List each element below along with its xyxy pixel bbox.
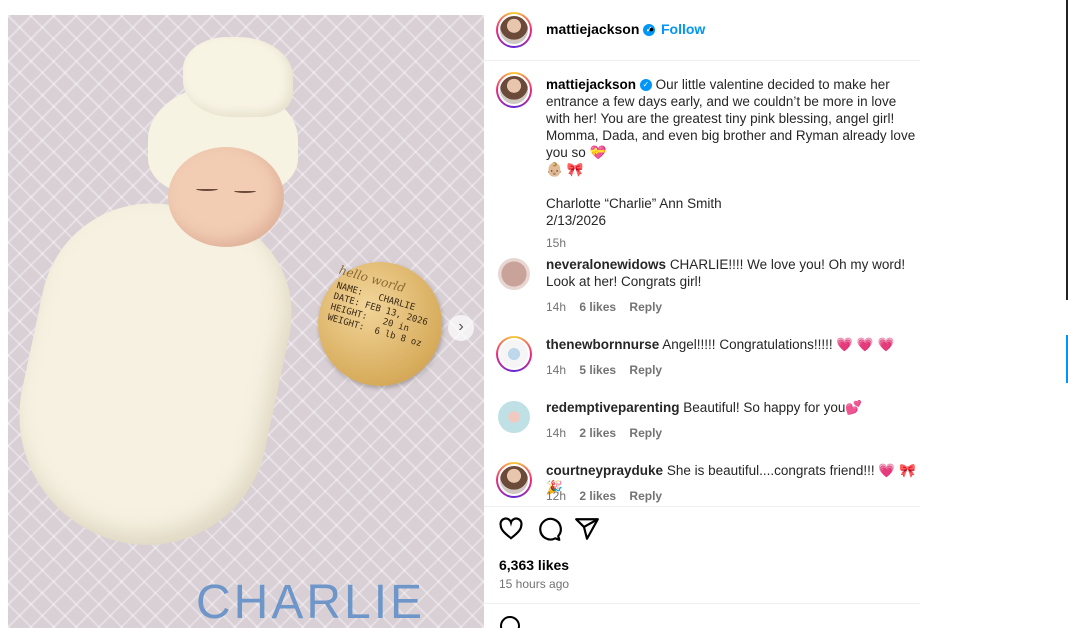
comment-age: 12h [546, 489, 567, 503]
post-caption: mattiejackson ✓ Our little valentine dec… [546, 76, 922, 252]
comment-likes[interactable]: 2 likes [579, 426, 616, 440]
blanket-name: CHARLIE [196, 576, 426, 628]
comment-icon[interactable] [536, 516, 562, 542]
caption-name-line: Charlotte “Charlie” Ann Smith [546, 196, 722, 211]
comment-meta: 14h 5 likes Reply [546, 363, 672, 377]
caption-emojis: 👶🏼 🎀 [546, 162, 584, 177]
baby-face [168, 147, 284, 247]
heart-icon[interactable] [498, 516, 524, 542]
comment-text: redemptiveparenting Beautiful! So happy … [546, 400, 863, 415]
comment-likes[interactable]: 5 likes [579, 363, 616, 377]
comment-age: 14h [546, 363, 567, 377]
separator-dot: • [649, 21, 654, 37]
caption-username[interactable]: mattiejackson [546, 77, 636, 92]
comment-text: thenewbornnurse Angel!!!!! Congratulatio… [546, 337, 895, 352]
reply-button[interactable]: Reply [629, 300, 662, 314]
follow-button[interactable]: Follow [661, 21, 705, 37]
commenter-avatar[interactable] [496, 399, 532, 435]
likes-count[interactable]: 6,363 likes [499, 557, 569, 573]
comment-username[interactable]: redemptiveparenting [546, 400, 680, 415]
reply-button[interactable]: Reply [629, 489, 662, 503]
baby-swaddle [8, 182, 311, 568]
comment-username[interactable]: neveralonewidows [546, 257, 666, 272]
commenter-avatar[interactable] [496, 462, 532, 498]
comment-text: neveralonewidows CHARLIE!!!! We love you… [546, 257, 906, 289]
birth-plaque: hello world NAME: CHARLIE DATE: FEB 13, … [318, 262, 442, 386]
author-avatar[interactable] [496, 12, 532, 48]
next-photo-button[interactable]: › [448, 315, 474, 341]
post-panel: mattiejackson ✓ • Follow mattiejackson ✓… [484, 0, 920, 628]
caption-avatar[interactable] [496, 72, 532, 108]
baby-bow [183, 37, 293, 117]
footer-divider [484, 603, 920, 604]
author-username[interactable]: mattiejackson ✓ [546, 21, 656, 37]
share-icon[interactable] [574, 516, 600, 542]
post-timestamp: 15 hours ago [499, 577, 570, 591]
comment-meta: 14h 2 likes Reply [546, 426, 672, 440]
comment-likes[interactable]: 2 likes [579, 489, 616, 503]
plaque-details: NAME: CHARLIE DATE: FEB 13, 2026 HEIGHT:… [326, 281, 429, 350]
comment-age: 14h [546, 426, 567, 440]
commenter-avatar[interactable] [496, 336, 532, 372]
comment-meta: 14h 6 likes Reply [546, 300, 672, 314]
comment-username[interactable]: courtneyprayduke [546, 463, 663, 478]
commenter-avatar[interactable] [496, 256, 532, 292]
comment-age: 14h [546, 300, 567, 314]
caption-age: 15h [546, 236, 567, 250]
actions-divider [484, 506, 920, 507]
comment-likes[interactable]: 6 likes [579, 300, 616, 314]
reply-button[interactable]: Reply [629, 363, 662, 377]
chevron-right-icon: › [458, 318, 464, 335]
comment-meta: 12h 2 likes Reply [546, 489, 672, 503]
emoji-icon[interactable] [498, 614, 522, 628]
comment-username[interactable]: thenewbornnurse [546, 337, 659, 352]
post-photo[interactable]: hello world NAME: CHARLIE DATE: FEB 13, … [8, 15, 484, 628]
header-divider [484, 60, 920, 61]
reply-button[interactable]: Reply [629, 426, 662, 440]
verified-icon: ✓ [639, 79, 652, 92]
caption-date-line: 2/13/2026 [546, 213, 607, 228]
